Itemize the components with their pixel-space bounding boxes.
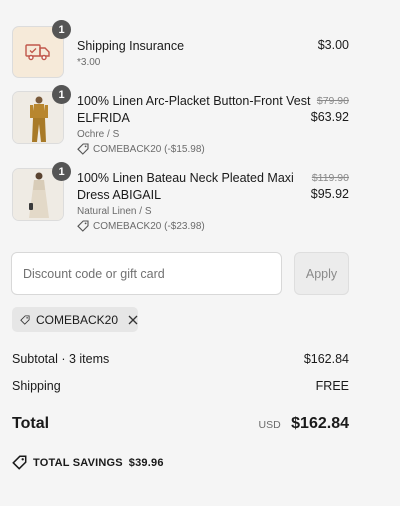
shipping-value: FREE [315, 379, 349, 393]
shipping-label: Shipping [12, 379, 61, 393]
line-item-dress: 1 100% Linen Bateau Neck Pleated Maxi Dr… [12, 162, 352, 232]
tag-icon [77, 220, 89, 232]
delivery-truck-icon [25, 44, 50, 61]
item-original-price: $79.90 [316, 95, 349, 107]
item-variant: Natural Linen / S [77, 206, 152, 217]
subtotal-row: Subtotal · 3 items $162.84 [12, 352, 349, 366]
item-title-line2: Dress ABIGAIL [77, 188, 162, 202]
quantity-badge: 1 [52, 85, 71, 104]
applied-code-label: COMEBACK20 [35, 312, 118, 327]
close-icon [128, 315, 138, 324]
total-savings-label: TOTAL SAVINGS [33, 456, 123, 469]
item-price: $3.00 [317, 38, 349, 52]
item-price: $95.92 [310, 187, 349, 201]
line-item-shipping-insurance: 1 Shipping Insurance *3.00 $3.00 [12, 20, 352, 78]
total-value: $162.84 [291, 415, 349, 432]
total-savings-value: $39.96 [128, 456, 164, 469]
quantity-badge: 1 [52, 20, 71, 39]
subtotal-label: Subtotal · 3 items [12, 352, 110, 366]
item-variant: Ochre / S [77, 129, 120, 140]
tag-icon [77, 143, 89, 155]
discount-code-input[interactable] [11, 252, 282, 295]
item-discount: COMEBACK20 (-$23.98) [77, 220, 205, 232]
item-title: Shipping Insurance [77, 39, 185, 53]
total-row: Total USD $162.84 [12, 415, 349, 433]
item-subtitle: *3.00 [77, 57, 101, 68]
item-original-price: $119.90 [311, 172, 349, 184]
total-amount-group: USD $162.84 [259, 415, 349, 433]
item-title-line2: ELFRIDA [77, 111, 130, 125]
total-label: Total [12, 415, 50, 432]
line-item-vest: 1 100% Linen Arc-Placket Button-Front Ve… [12, 85, 352, 155]
tag-icon [20, 314, 30, 325]
item-discount: COMEBACK20 (-$15.98) [77, 143, 205, 155]
apply-button[interactable]: Apply [294, 252, 349, 295]
shipping-row: Shipping FREE [12, 379, 349, 393]
total-savings: TOTAL SAVINGS $39.96 [12, 455, 164, 470]
item-discount-text: COMEBACK20 (-$23.98) [93, 220, 205, 232]
remove-code-button[interactable] [128, 315, 138, 325]
subtotal-value: $162.84 [303, 352, 349, 366]
currency-code: USD [258, 419, 281, 431]
item-title-line1: 100% Linen Arc-Placket Button-Front Vest [77, 94, 311, 108]
quantity-badge: 1 [52, 162, 71, 181]
item-title-line1: 100% Linen Bateau Neck Pleated Maxi [77, 171, 294, 185]
item-discount-text: COMEBACK20 (-$15.98) [93, 143, 205, 155]
tag-icon [12, 455, 27, 470]
applied-discount-chip: COMEBACK20 [12, 307, 138, 332]
item-price: $63.92 [310, 110, 349, 124]
